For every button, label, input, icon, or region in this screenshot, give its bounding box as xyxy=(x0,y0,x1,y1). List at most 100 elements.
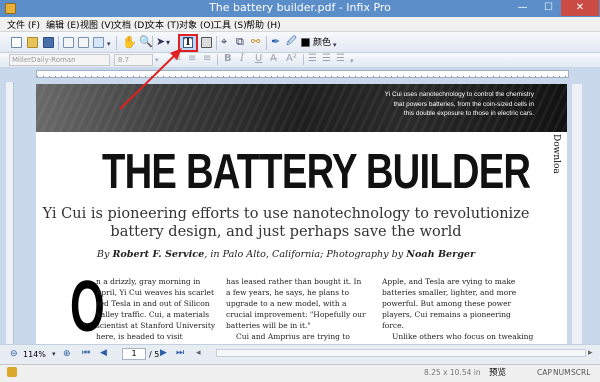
color-dropdown-icon[interactable]: ▾ xyxy=(333,39,337,51)
body-paragraph: has leased rather than bought it. In a f… xyxy=(226,277,366,330)
page-dimensions: 8.25 x 10.54 in xyxy=(424,368,481,377)
text-tool-icon: T xyxy=(183,37,193,48)
next-page-icon[interactable]: ▶ xyxy=(160,347,167,359)
font-size-select[interactable]: 8.7 xyxy=(114,54,153,66)
toolbar-divider xyxy=(266,36,267,50)
list-icon[interactable]: ☰ xyxy=(308,53,317,65)
body-column-1[interactable]: n a drizzly, gray morning in April, Yi C… xyxy=(96,276,218,344)
eyedropper-icon[interactable]: 🖉 xyxy=(286,36,297,48)
menu-view[interactable]: 视图 (V) xyxy=(80,18,114,31)
open-folder-icon[interactable] xyxy=(27,37,38,48)
color-label[interactable]: 颜色 xyxy=(313,37,331,49)
text-tool-button[interactable]: T xyxy=(178,34,198,52)
toolbar-divider xyxy=(216,36,217,50)
view-dropdown-icon[interactable]: ▾ xyxy=(107,38,111,50)
prev-page-icon[interactable]: ◀ xyxy=(100,347,107,359)
spacing-dropdown-icon[interactable]: ▾ xyxy=(350,55,354,67)
link-tool-icon[interactable]: ⚯ xyxy=(251,36,260,48)
last-page-icon[interactable]: ⏭ xyxy=(176,347,184,359)
body-paragraph: n a drizzly, gray morning in April, Yi C… xyxy=(96,277,216,344)
menu-help[interactable]: 帮助 (H) xyxy=(246,18,281,31)
bold-button[interactable]: B xyxy=(224,53,232,65)
fit-page-icon[interactable] xyxy=(78,37,89,48)
byline-location: , in Palo Alto, California; Photography … xyxy=(204,249,407,260)
menu-file[interactable]: 文件 (F) xyxy=(7,18,40,31)
align-center-icon[interactable]: ≡ xyxy=(188,53,196,65)
vertical-scrollbar[interactable] xyxy=(572,84,582,344)
align-right-icon[interactable]: ≡ xyxy=(203,53,211,65)
zoom-out-icon[interactable]: ⊖ xyxy=(10,348,18,360)
font-family-select[interactable]: MillerDaily-Roman xyxy=(9,54,110,66)
page-number-input[interactable]: 1 xyxy=(122,348,146,360)
num-lock-indicator: NUM xyxy=(553,368,571,377)
article-byline[interactable]: By Robert F. Service, in Palo Alto, Cali… xyxy=(36,249,536,260)
menu-object[interactable]: 对象 (O) xyxy=(179,18,214,31)
page-view-icon[interactable] xyxy=(63,37,74,48)
toolbar-divider xyxy=(303,54,304,65)
spread-view-icon[interactable] xyxy=(93,37,104,48)
byline-by: By xyxy=(96,249,113,260)
toolbar-divider xyxy=(217,54,218,65)
minimize-button[interactable]: — xyxy=(510,0,535,16)
new-file-icon[interactable] xyxy=(11,37,22,48)
strikethrough-button[interactable]: A̶ xyxy=(270,53,277,65)
scroll-left-icon[interactable]: ◂ xyxy=(196,347,201,359)
status-bar: 8.25 x 10.54 in 预览 CAP NUM SCRL xyxy=(0,364,600,382)
status-lock-icon xyxy=(7,367,17,377)
zoom-dropdown-icon[interactable]: ▾ xyxy=(52,348,56,360)
side-download-text: Downloa xyxy=(551,134,561,174)
first-page-icon[interactable]: ⏮ xyxy=(82,347,90,359)
body-paragraph: Cui and Amprius are trying to take lithi… xyxy=(226,332,357,344)
save-icon[interactable] xyxy=(43,37,54,48)
image-tool-icon[interactable] xyxy=(201,37,212,48)
toolbar-divider xyxy=(116,36,117,50)
vertical-ruler xyxy=(6,82,14,344)
document-page: Yi Cui uses nanotechnology to control th… xyxy=(36,84,567,344)
zoom-tool-icon[interactable]: 🔍 xyxy=(139,36,153,48)
superscript-button[interactable]: A² xyxy=(286,53,297,65)
body-column-2[interactable]: has leased rather than bought it. In a f… xyxy=(226,276,368,344)
drop-cap[interactable]: O xyxy=(70,271,105,343)
close-button[interactable]: ✕ xyxy=(561,0,599,16)
menu-tools[interactable]: 工具 (S) xyxy=(213,18,247,31)
scroll-right-icon[interactable]: ▸ xyxy=(588,347,593,359)
body-column-3[interactable]: Apple, and Tesla are vying to make batte… xyxy=(382,276,534,344)
zoom-level[interactable]: 114% xyxy=(23,349,53,361)
byline-photographer: Noah Berger xyxy=(406,249,476,260)
toolbar-divider xyxy=(152,36,153,50)
photo-caption: Yi Cui uses nanotechnology to control th… xyxy=(384,91,534,117)
scroll-lock-indicator: SCRL xyxy=(571,368,591,377)
font-size-dropdown-icon[interactable]: ▾ xyxy=(155,54,159,66)
view-mode: 预览 xyxy=(489,368,507,378)
resize-tool-icon[interactable]: ⧉ xyxy=(236,36,244,48)
maximize-button[interactable]: ☐ xyxy=(536,0,561,16)
zoom-in-icon[interactable]: ⊕ xyxy=(63,348,71,360)
select-dropdown-icon[interactable]: ▾ xyxy=(166,37,170,49)
select-arrow-icon[interactable]: ➤ xyxy=(156,36,165,48)
title-bar: The battery builder.pdf - Infix Pro — ☐ … xyxy=(0,0,600,17)
menu-edit[interactable]: 编辑 (E) xyxy=(46,18,80,31)
menu-document[interactable]: 文档 (D) xyxy=(113,18,148,31)
hand-tool-icon[interactable]: ✋ xyxy=(122,36,137,48)
horizontal-ruler xyxy=(36,70,569,78)
toolbar-divider xyxy=(58,36,59,50)
menu-bar: 文件 (F) 编辑 (E) 视图 (V) 文档 (D) 文本 (T) 对象 (O… xyxy=(0,17,600,32)
line-spacing-icon[interactable]: ☰ xyxy=(322,53,331,65)
align-left-icon[interactable]: ≡ xyxy=(173,53,181,65)
menu-text[interactable]: 文本 (T) xyxy=(146,18,179,31)
crop-tool-icon[interactable]: ⌖ xyxy=(221,36,227,48)
color-picker-icon[interactable]: ✒ xyxy=(271,36,280,48)
underline-button[interactable]: U xyxy=(255,53,262,65)
main-toolbar xyxy=(0,32,600,53)
paragraph-spacing-icon[interactable]: ☰ xyxy=(336,53,345,65)
article-deck[interactable]: Yi Cui is pioneering efforts to use nano… xyxy=(36,205,536,241)
horizontal-scrollbar[interactable] xyxy=(216,349,586,357)
body-paragraph: Unlike others who focus on tweaking the … xyxy=(382,332,534,344)
article-headline[interactable]: THE BATTERY BUILDER xyxy=(102,144,531,200)
page-total: / 5 xyxy=(149,350,160,359)
caps-lock-indicator: CAP xyxy=(537,368,552,377)
italic-button[interactable]: I xyxy=(240,53,244,65)
byline-author: Robert F. Service xyxy=(112,249,205,260)
body-paragraph: Apple, and Tesla are vying to make batte… xyxy=(382,277,517,330)
color-swatch-icon[interactable] xyxy=(301,38,310,47)
